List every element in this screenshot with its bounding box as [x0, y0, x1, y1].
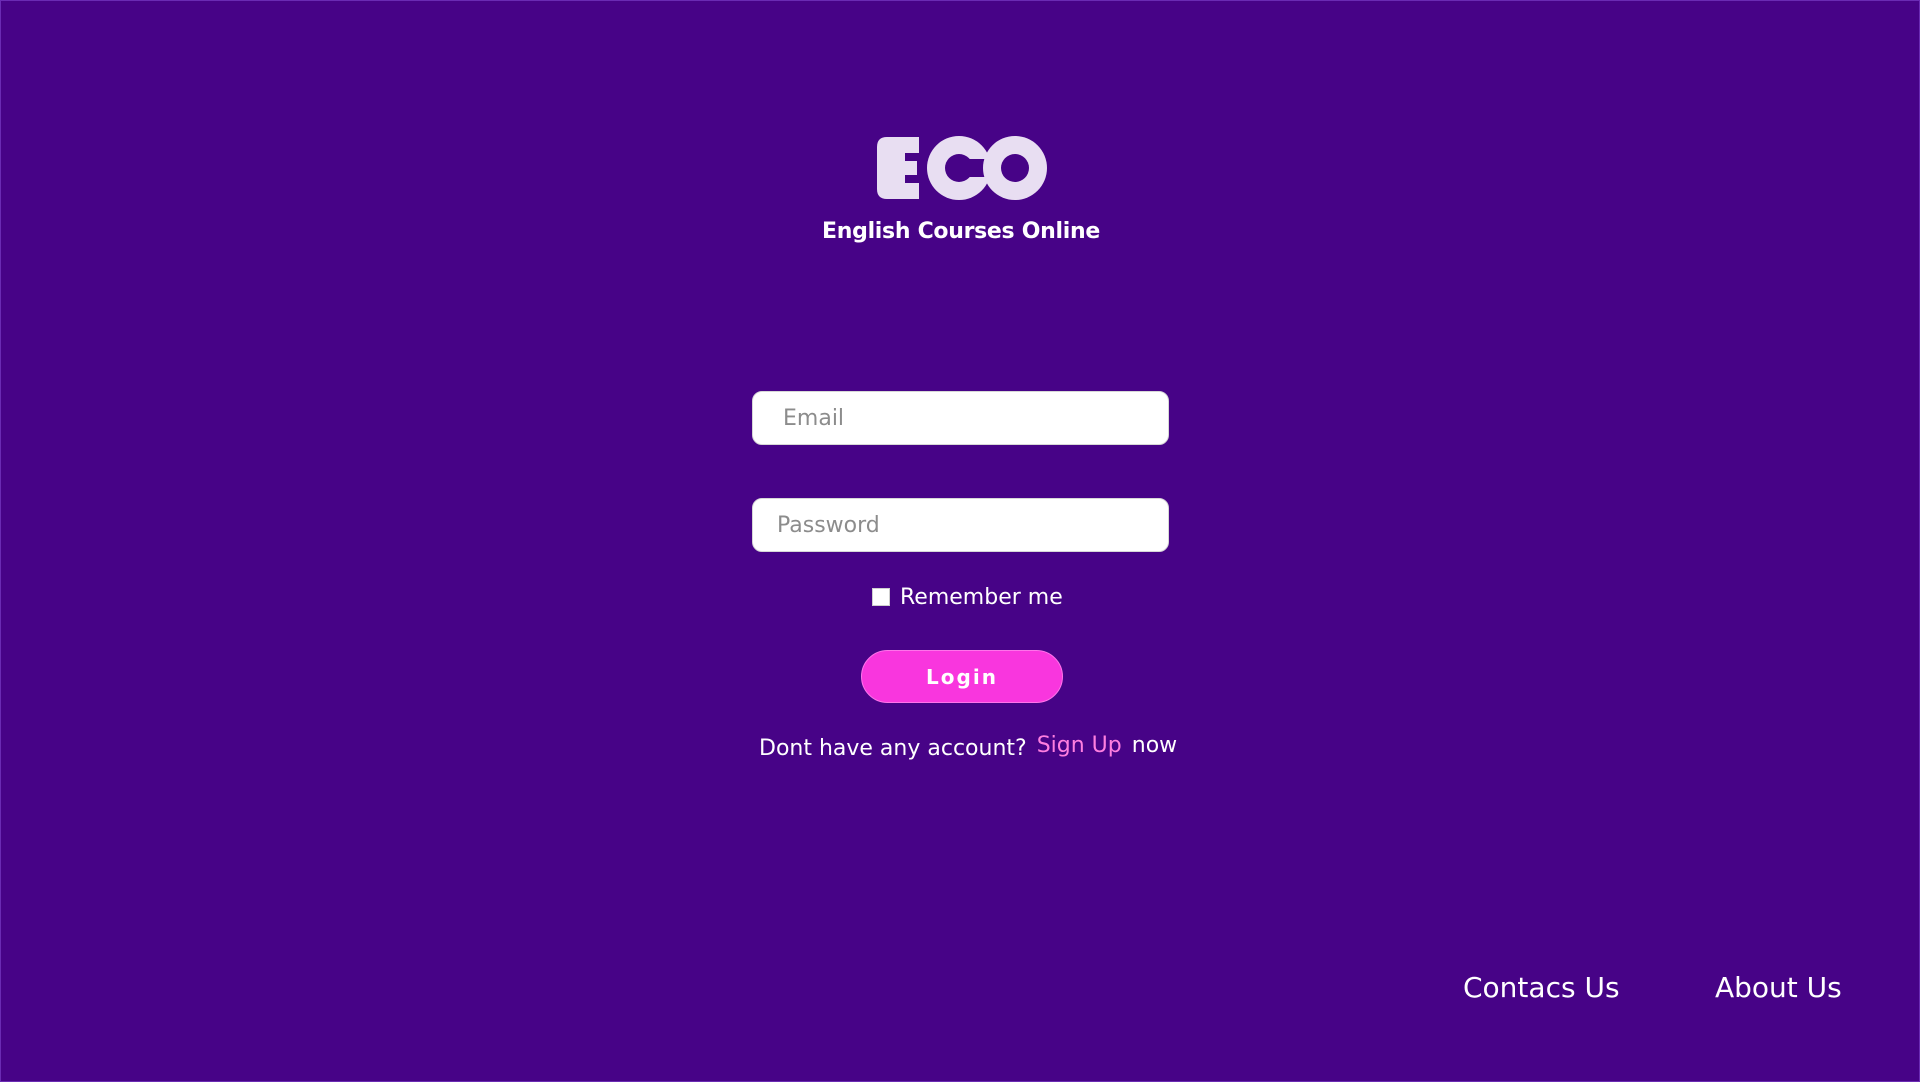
signup-prompt-row: Dont have any account? Sign Up now — [759, 729, 1177, 761]
footer-contact-link[interactable]: Contacs Us — [1463, 971, 1620, 1004]
remember-me-label[interactable]: Remember me — [900, 585, 1063, 610]
email-input[interactable] — [752, 391, 1169, 445]
footer-about-link[interactable]: About Us — [1715, 971, 1842, 1004]
remember-me-checkbox[interactable] — [872, 588, 890, 606]
logo-letter-o — [983, 136, 1047, 200]
remember-me-row: Remember me — [872, 583, 1063, 611]
login-page: English Courses Online Remember me Login… — [0, 0, 1920, 1082]
logo — [1, 133, 1919, 207]
password-input[interactable] — [752, 498, 1169, 552]
signup-suffix-text: now — [1131, 732, 1178, 758]
brand-tagline: English Courses Online — [822, 219, 1100, 244]
eco-logo-mark — [877, 136, 1047, 200]
logo-letter-e — [877, 137, 919, 199]
signup-prompt-text: Dont have any account? — [759, 735, 1027, 761]
login-button[interactable]: Login — [861, 650, 1063, 703]
signup-link[interactable]: Sign Up — [1037, 733, 1122, 758]
